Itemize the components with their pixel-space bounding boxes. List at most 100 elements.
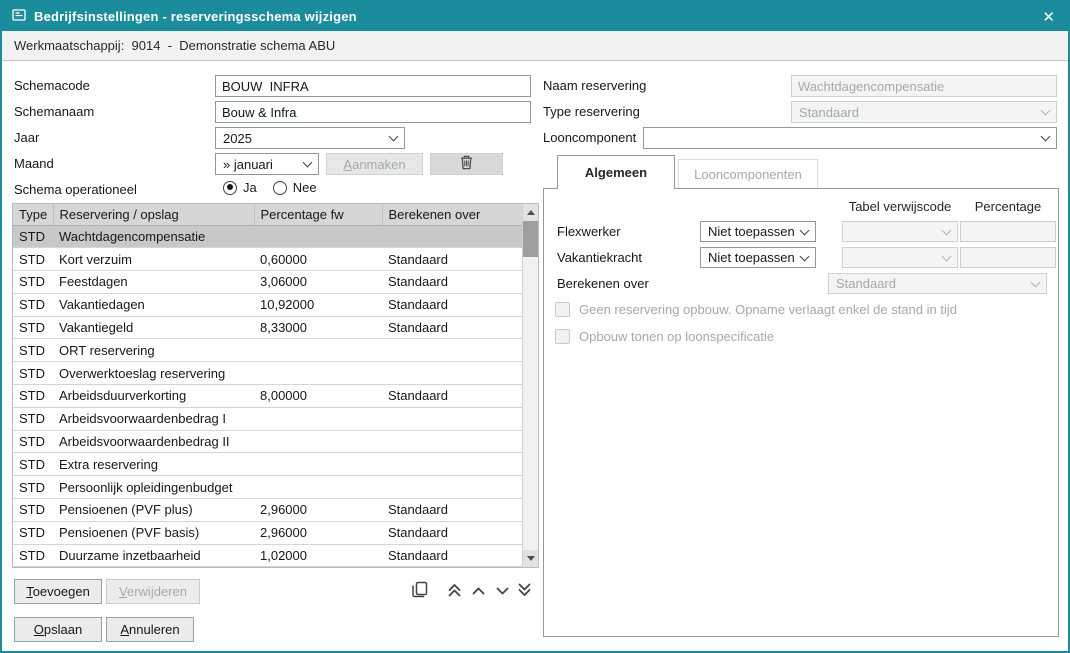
col-header-berekenen: Berekenen over bbox=[382, 204, 522, 225]
cell-over: Standaard bbox=[382, 316, 522, 339]
table-row[interactable]: STDOverwerktoeslag reservering bbox=[13, 362, 522, 385]
cell-pct bbox=[254, 453, 382, 476]
toevoegen-button[interactable]: Toevoegen bbox=[14, 579, 102, 604]
berekenen-over-select[interactable]: Standaard bbox=[828, 273, 1047, 294]
table-row[interactable]: STDDuurzame inzetbaarheid1,02000Standaar… bbox=[13, 544, 522, 567]
cell-over bbox=[382, 362, 522, 385]
table-row[interactable]: STDPersoonlijk opleidingenbudget bbox=[13, 476, 522, 499]
window-icon bbox=[12, 9, 26, 24]
cell-pct bbox=[254, 476, 382, 499]
close-icon[interactable]: ✕ bbox=[1042, 2, 1055, 31]
cell-over: Standaard bbox=[382, 248, 522, 271]
table-header-row: Type Reservering / opslag Percentage fw … bbox=[13, 204, 522, 225]
cell-name: Pensioenen (PVF basis) bbox=[53, 521, 254, 544]
move-up-button[interactable] bbox=[467, 581, 489, 601]
cell-over bbox=[382, 339, 522, 362]
tab-algemeen[interactable]: Algemeen bbox=[557, 155, 675, 189]
cell-type: STD bbox=[13, 225, 53, 248]
title-bar: Bedrijfsinstellingen - reserveringsschem… bbox=[2, 2, 1068, 31]
geen-reservering-checkbox[interactable] bbox=[555, 302, 570, 317]
cell-pct bbox=[254, 225, 382, 248]
table-row[interactable]: STDPensioenen (PVF basis)2,96000Standaar… bbox=[13, 521, 522, 544]
dialog-window: Bedrijfsinstellingen - reserveringsschem… bbox=[0, 0, 1070, 653]
radio-nee[interactable] bbox=[273, 181, 287, 195]
cell-type: STD bbox=[13, 271, 53, 294]
opslaan-button[interactable]: Opslaan bbox=[14, 617, 102, 642]
scroll-down-button[interactable] bbox=[523, 550, 538, 567]
context-text: Werkmaatschappij: 9014 - Demonstratie sc… bbox=[14, 38, 335, 53]
opbouw-tonen-checkbox[interactable] bbox=[555, 329, 570, 344]
verwijderen-button[interactable]: Verwijderen bbox=[106, 579, 200, 604]
maand-value: » januari bbox=[223, 157, 273, 172]
annuleren-button[interactable]: Annuleren bbox=[106, 617, 194, 642]
naam-reservering-input[interactable] bbox=[791, 75, 1057, 97]
cell-name: Feestdagen bbox=[53, 271, 254, 294]
move-down-button[interactable] bbox=[491, 581, 513, 601]
delete-schema-button[interactable] bbox=[430, 153, 503, 175]
jaar-value: 2025 bbox=[223, 131, 252, 146]
copy-icon bbox=[412, 581, 428, 601]
cell-type: STD bbox=[13, 453, 53, 476]
cell-name: Extra reservering bbox=[53, 453, 254, 476]
table-row[interactable]: STDWachtdagencompensatie bbox=[13, 225, 522, 248]
maand-select[interactable]: » januari bbox=[215, 153, 319, 175]
chevron-down-icon bbox=[942, 251, 952, 261]
table-row[interactable]: STDExtra reservering bbox=[13, 453, 522, 476]
cell-over bbox=[382, 407, 522, 430]
scroll-up-button[interactable] bbox=[523, 204, 538, 221]
scrollbar-thumb[interactable] bbox=[523, 221, 538, 257]
flexwerker-label: Flexwerker bbox=[557, 221, 621, 242]
chevron-down-icon bbox=[800, 251, 810, 261]
table-row[interactable]: STDKort verzuim0,60000Standaard bbox=[13, 248, 522, 271]
radio-ja[interactable] bbox=[223, 181, 237, 195]
scrollbar[interactable] bbox=[522, 204, 538, 567]
cell-name: Wachtdagencompensatie bbox=[53, 225, 254, 248]
window-title: Bedrijfsinstellingen - reserveringsschem… bbox=[34, 9, 357, 24]
move-to-top-button[interactable] bbox=[443, 581, 465, 601]
copy-button[interactable] bbox=[409, 581, 431, 601]
schemanaam-label: Schemanaam bbox=[14, 101, 94, 123]
jaar-select[interactable]: 2025 bbox=[215, 127, 405, 149]
cell-over: Standaard bbox=[382, 271, 522, 294]
tab-looncomponenten[interactable]: Looncomponenten bbox=[678, 159, 818, 188]
cell-pct: 2,96000 bbox=[254, 521, 382, 544]
table-row[interactable]: STDPensioenen (PVF plus)2,96000Standaard bbox=[13, 499, 522, 522]
opbouw-tonen-checkbox-label: Opbouw tonen op loonspecificatie bbox=[579, 328, 774, 345]
double-chevron-up-icon bbox=[447, 582, 462, 601]
vakantiekracht-percentage-input[interactable] bbox=[960, 247, 1056, 268]
triangle-down-icon bbox=[527, 556, 535, 561]
double-chevron-down-icon bbox=[517, 582, 532, 601]
chevron-down-icon bbox=[389, 132, 399, 142]
vakantiekracht-tabel-select[interactable] bbox=[842, 247, 958, 268]
schemanaam-input[interactable] bbox=[215, 101, 531, 123]
col-header-percentage: Percentage fw bbox=[254, 204, 382, 225]
vakantiekracht-select[interactable]: Niet toepassen bbox=[700, 247, 816, 268]
berekenen-over-label: Berekenen over bbox=[557, 273, 649, 294]
cell-pct bbox=[254, 339, 382, 362]
cell-name: Persoonlijk opleidingenbudget bbox=[53, 476, 254, 499]
move-to-bottom-button[interactable] bbox=[513, 581, 535, 601]
cell-type: STD bbox=[13, 248, 53, 271]
trash-icon bbox=[460, 155, 473, 173]
table-row[interactable]: STDVakantiedagen10,92000Standaard bbox=[13, 293, 522, 316]
table-row[interactable]: STDORT reservering bbox=[13, 339, 522, 362]
table-row[interactable]: STDFeestdagen3,06000Standaard bbox=[13, 271, 522, 294]
chevron-up-icon bbox=[471, 584, 486, 599]
table-row[interactable]: STDArbeidsduurverkorting8,00000Standaard bbox=[13, 385, 522, 408]
schemacode-input[interactable] bbox=[215, 75, 531, 97]
aanmaken-button[interactable]: Aanmaken bbox=[326, 153, 423, 175]
table-row[interactable]: STDArbeidsvoorwaardenbedrag I bbox=[13, 407, 522, 430]
cell-name: Arbeidsvoorwaardenbedrag I bbox=[53, 407, 254, 430]
type-reservering-select[interactable]: Standaard bbox=[791, 101, 1057, 123]
cell-name: ORT reservering bbox=[53, 339, 254, 362]
table-row[interactable]: STDVakantiegeld8,33000Standaard bbox=[13, 316, 522, 339]
reservation-table-body: STDWachtdagencompensatieSTDKort verzuim0… bbox=[13, 225, 522, 567]
cell-over: Standaard bbox=[382, 544, 522, 567]
looncomponent-select[interactable] bbox=[643, 127, 1057, 149]
table-row[interactable]: STDArbeidsvoorwaardenbedrag II bbox=[13, 430, 522, 453]
flexwerker-tabel-select[interactable] bbox=[842, 221, 958, 242]
flexwerker-percentage-input[interactable] bbox=[960, 221, 1056, 242]
cell-pct bbox=[254, 430, 382, 453]
flexwerker-select[interactable]: Niet toepassen bbox=[700, 221, 816, 242]
cell-over: Standaard bbox=[382, 385, 522, 408]
